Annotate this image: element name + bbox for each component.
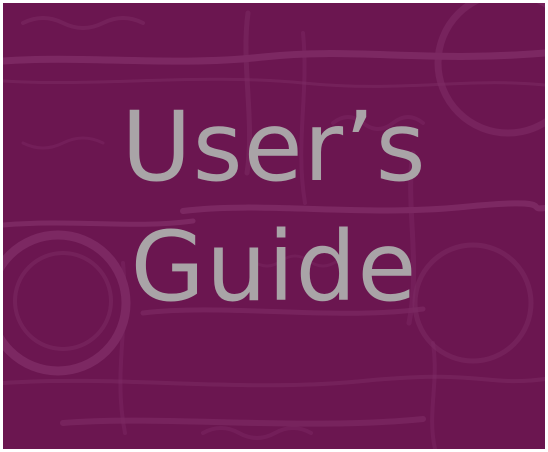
cover-title-line-2: Guide bbox=[130, 211, 418, 323]
cover-title-line-1: User’s bbox=[121, 91, 427, 203]
guide-cover: User’s Guide bbox=[3, 3, 545, 449]
